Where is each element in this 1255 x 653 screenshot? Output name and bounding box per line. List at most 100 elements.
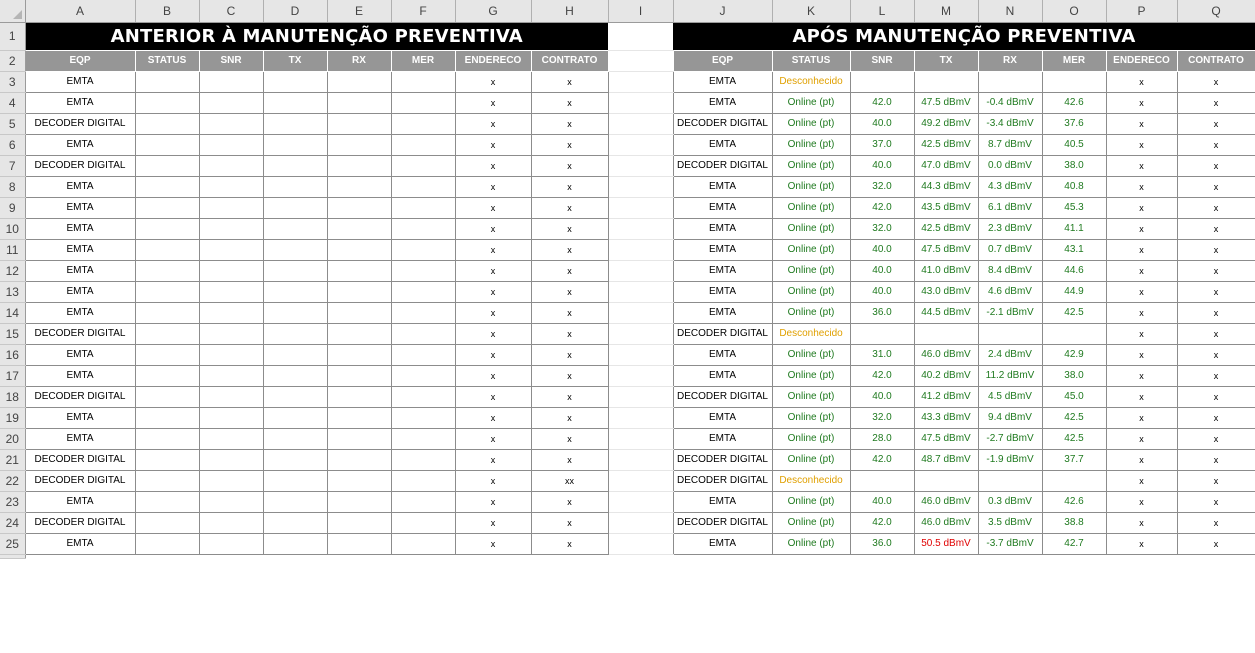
before-tx-cell[interactable] [262,70,328,93]
before-endereco-cell[interactable]: x [454,490,532,513]
before-rx-cell[interactable] [326,91,392,114]
after-endereco-cell[interactable]: x [1105,280,1178,303]
empty-cell[interactable] [391,554,455,558]
before-rx-cell[interactable] [326,154,392,177]
before-snr-cell[interactable] [198,322,264,345]
before-tx-cell[interactable] [262,280,328,303]
before-mer-cell[interactable] [390,427,456,450]
column-header-q[interactable]: Q [1177,0,1255,23]
column-header-j[interactable]: J [673,0,773,23]
column-header-m[interactable]: M [914,0,979,23]
after-snr-cell[interactable]: 40.0 [849,280,915,303]
before-contrato-cell[interactable]: x [530,364,609,387]
before-endereco-cell[interactable]: x [454,133,532,156]
after-tx-cell[interactable]: 46.0 dBmV [913,490,979,513]
row-header[interactable]: 7 [0,155,26,177]
empty-cell[interactable] [135,554,199,558]
before-mer-cell[interactable] [390,469,456,492]
before-rx-cell[interactable] [326,364,392,387]
before-tx-cell[interactable] [262,154,328,177]
before-eqp-cell[interactable]: EMTA [24,343,136,366]
after-tx-cell[interactable]: 42.5 dBmV [913,217,979,240]
before-rx-cell[interactable] [326,448,392,471]
header-after-snr[interactable]: SNR [849,49,915,72]
before-endereco-cell[interactable]: x [454,532,532,555]
separator-cell[interactable] [608,365,673,387]
after-snr-cell[interactable]: 42.0 [849,448,915,471]
after-contrato-cell[interactable]: x [1176,217,1255,240]
after-mer-cell[interactable]: 40.8 [1041,175,1107,198]
before-status-cell[interactable] [134,70,200,93]
empty-cell[interactable] [263,554,327,558]
before-mer-cell[interactable] [390,343,456,366]
before-snr-cell[interactable] [198,301,264,324]
after-rx-cell[interactable]: -1.9 dBmV [977,448,1043,471]
before-snr-cell[interactable] [198,175,264,198]
before-status-cell[interactable] [134,427,200,450]
before-snr-cell[interactable] [198,217,264,240]
empty-cell[interactable] [25,554,135,558]
after-eqp-cell[interactable]: DECODER DIGITAL [672,322,773,345]
after-status-cell[interactable]: Online (pt) [771,511,851,534]
before-status-cell[interactable] [134,196,200,219]
before-tx-cell[interactable] [262,259,328,282]
after-status-cell[interactable]: Online (pt) [771,406,851,429]
after-rx-cell[interactable]: 8.7 dBmV [977,133,1043,156]
before-snr-cell[interactable] [198,238,264,261]
before-mer-cell[interactable] [390,70,456,93]
after-rx-cell[interactable]: -0.4 dBmV [977,91,1043,114]
header-before-eqp[interactable]: EQP [24,49,136,72]
before-snr-cell[interactable] [198,70,264,93]
before-mer-cell[interactable] [390,112,456,135]
before-rx-cell[interactable] [326,301,392,324]
after-rx-cell[interactable] [977,70,1043,93]
empty-cell[interactable] [772,554,850,558]
after-mer-cell[interactable] [1041,322,1107,345]
after-mer-cell[interactable]: 37.7 [1041,448,1107,471]
after-tx-cell[interactable]: 41.0 dBmV [913,259,979,282]
column-header-g[interactable]: G [455,0,532,23]
before-rx-cell[interactable] [326,322,392,345]
header-after-tx[interactable]: TX [913,49,979,72]
before-mer-cell[interactable] [390,280,456,303]
after-contrato-cell[interactable]: x [1176,364,1255,387]
after-snr-cell[interactable]: 36.0 [849,532,915,555]
after-status-cell[interactable]: Online (pt) [771,280,851,303]
before-status-cell[interactable] [134,259,200,282]
separator-cell[interactable] [608,176,673,198]
after-snr-cell[interactable]: 32.0 [849,175,915,198]
empty-cell[interactable] [978,554,1042,558]
row-header[interactable]: 21 [0,449,26,471]
before-snr-cell[interactable] [198,469,264,492]
before-mer-cell[interactable] [390,133,456,156]
after-snr-cell[interactable]: 40.0 [849,112,915,135]
row-header[interactable]: 22 [0,470,26,492]
after-rx-cell[interactable]: -2.7 dBmV [977,427,1043,450]
after-eqp-cell[interactable]: EMTA [672,175,773,198]
row-header[interactable]: 19 [0,407,26,429]
before-mer-cell[interactable] [390,217,456,240]
after-rx-cell[interactable]: 9.4 dBmV [977,406,1043,429]
before-status-cell[interactable] [134,511,200,534]
column-header-i[interactable]: I [608,0,674,23]
before-tx-cell[interactable] [262,385,328,408]
separator-cell[interactable] [608,71,673,93]
after-eqp-cell[interactable]: EMTA [672,259,773,282]
before-contrato-cell[interactable]: x [530,448,609,471]
before-endereco-cell[interactable]: x [454,406,532,429]
before-eqp-cell[interactable]: EMTA [24,532,136,555]
before-snr-cell[interactable] [198,154,264,177]
separator-cell[interactable] [608,134,673,156]
after-tx-cell[interactable]: 41.2 dBmV [913,385,979,408]
after-contrato-cell[interactable]: x [1176,343,1255,366]
before-tx-cell[interactable] [262,406,328,429]
after-snr-cell[interactable]: 36.0 [849,301,915,324]
row-header[interactable]: 20 [0,428,26,450]
before-status-cell[interactable] [134,175,200,198]
after-endereco-cell[interactable]: x [1105,133,1178,156]
after-rx-cell[interactable]: 0.3 dBmV [977,490,1043,513]
after-rx-cell[interactable] [977,322,1043,345]
before-endereco-cell[interactable]: x [454,217,532,240]
before-contrato-cell[interactable]: x [530,385,609,408]
before-eqp-cell[interactable]: EMTA [24,490,136,513]
